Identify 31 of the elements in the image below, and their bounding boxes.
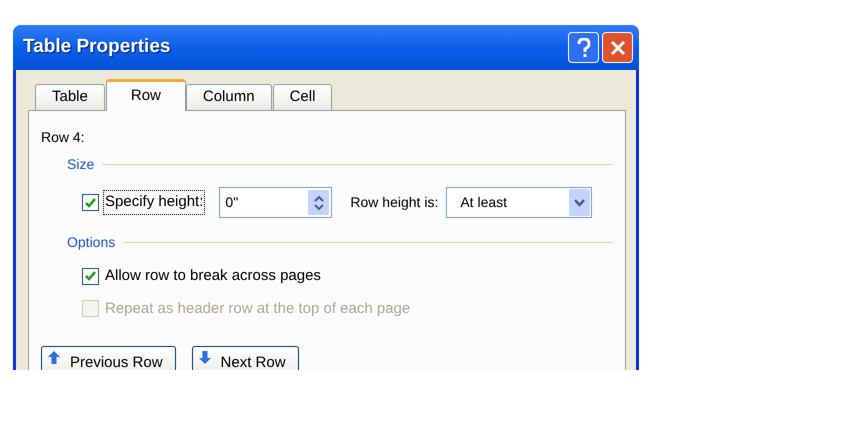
close-icon	[610, 40, 626, 56]
checkbox[interactable]	[82, 194, 99, 211]
checkbox-label[interactable]: Specify height:	[103, 190, 206, 215]
chevron-down-icon	[574, 198, 586, 206]
close-button[interactable]	[602, 32, 633, 63]
height-field[interactable]: 0"	[219, 187, 332, 218]
tab[interactable]: Cell	[272, 84, 332, 110]
dropdown-button[interactable]	[569, 189, 590, 216]
row-height-label: Row height is:	[350, 193, 438, 212]
tab[interactable]: Table	[35, 84, 105, 110]
group-title: Options	[67, 233, 116, 252]
nav-button[interactable]: Next Row	[192, 346, 299, 370]
checkbox[interactable]	[82, 268, 99, 285]
field-value: 0"	[225, 193, 240, 212]
tab[interactable]: Row	[106, 79, 186, 111]
check-icon	[85, 271, 96, 282]
check-icon	[85, 198, 96, 208]
window-title: Table Properties	[23, 35, 170, 60]
nav-button[interactable]: Previous Row	[41, 346, 176, 370]
group-title: Size	[67, 155, 94, 174]
select-value: At least	[460, 193, 508, 212]
help-button[interactable]	[568, 32, 599, 63]
question-mark-icon	[576, 38, 590, 58]
arrow-down-icon	[198, 351, 211, 364]
spin-arrows-icon	[314, 194, 324, 210]
row-label: Row 4:	[41, 128, 86, 147]
spin-button[interactable]	[308, 190, 330, 215]
arrow-up-icon	[48, 351, 60, 364]
checkbox-label[interactable]: Allow row to break across pages	[105, 265, 321, 288]
tab[interactable]: Column	[186, 84, 272, 110]
row-height-select[interactable]: At least	[446, 187, 592, 218]
